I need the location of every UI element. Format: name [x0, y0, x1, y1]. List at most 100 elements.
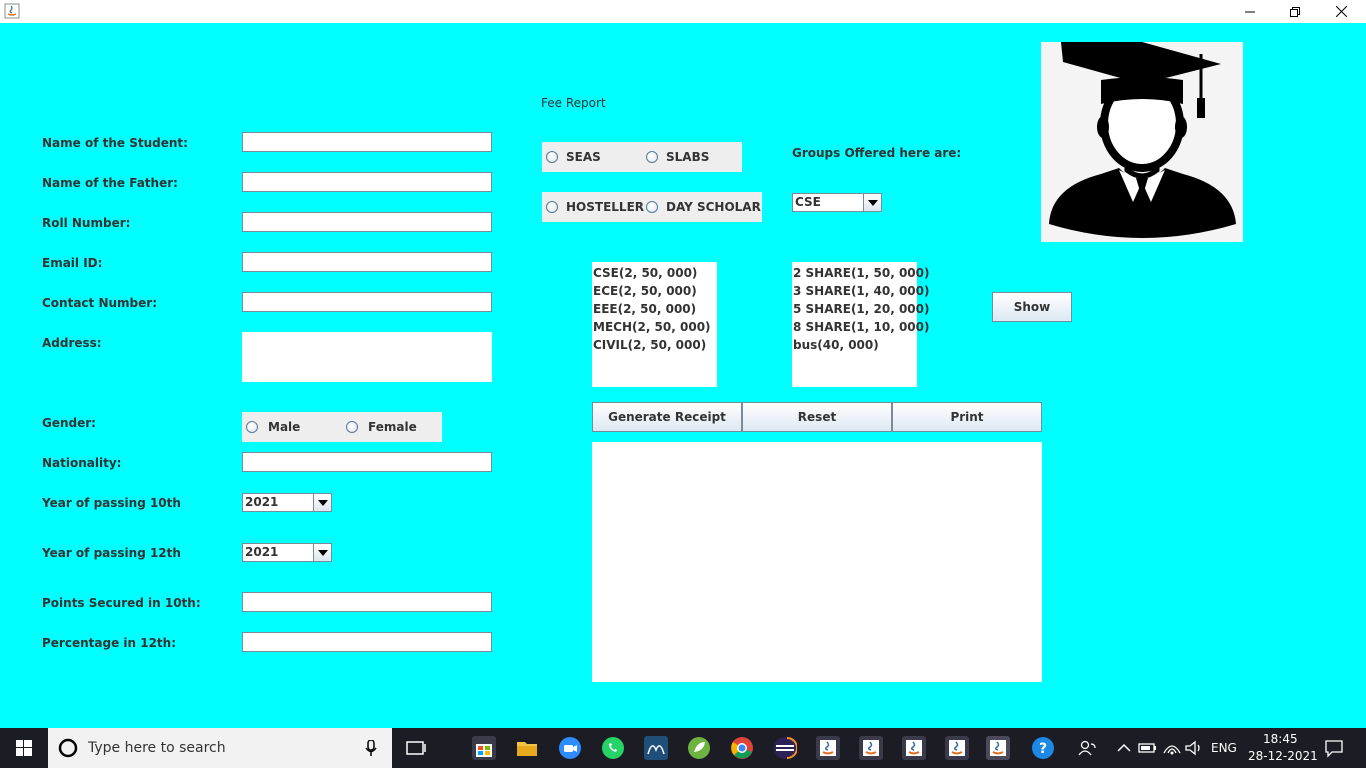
groups-offered-label: Groups Offered here are: — [792, 146, 962, 160]
radio-circle-icon — [646, 201, 658, 213]
start-button[interactable] — [0, 728, 48, 768]
list-item[interactable]: 2 SHARE(1, 50, 000) — [792, 264, 929, 282]
windows-logo-icon — [16, 740, 32, 756]
list-item[interactable]: 8 SHARE(1, 10, 000) — [792, 318, 929, 336]
java-app-taskbar-icon[interactable] — [902, 736, 926, 760]
show-button[interactable]: Show — [992, 292, 1072, 322]
year10-combobox[interactable]: 2021 — [242, 493, 332, 512]
taskbar-search-box[interactable]: Type here to search — [48, 728, 392, 768]
contact-input[interactable] — [243, 293, 491, 311]
email-field[interactable] — [242, 252, 492, 272]
slabs-radio-label: SLABS — [666, 150, 710, 164]
chevron-down-icon[interactable] — [313, 494, 331, 511]
percentage12-field[interactable] — [242, 632, 492, 652]
roll-number-input[interactable] — [243, 213, 491, 231]
hostel-fee-list[interactable]: 2 SHARE(1, 50, 000) 3 SHARE(1, 40, 000) … — [792, 262, 929, 387]
help-icon[interactable]: ? — [1031, 736, 1055, 760]
hosteller-radio[interactable]: HOSTELLER — [546, 200, 644, 214]
restore-button[interactable] — [1272, 0, 1318, 23]
eclipse-icon[interactable] — [773, 736, 798, 760]
points10-field[interactable] — [242, 592, 492, 612]
people-icon[interactable] — [1076, 736, 1100, 760]
receipt-textarea[interactable] — [592, 442, 1042, 682]
battery-icon[interactable] — [1136, 736, 1160, 760]
close-button[interactable] — [1318, 0, 1364, 23]
java-app-icon — [4, 3, 20, 19]
file-explorer-icon[interactable] — [515, 736, 539, 760]
wifi-icon[interactable] — [1160, 736, 1184, 760]
male-radio[interactable]: Male — [246, 420, 300, 434]
list-item[interactable]: bus(40, 000) — [792, 336, 917, 354]
chrome-icon[interactable] — [730, 736, 754, 760]
address-label: Address: — [42, 336, 102, 350]
radio-circle-icon — [546, 201, 558, 213]
window-titlebar — [0, 0, 1366, 23]
percentage12-label: Percentage in 12th: — [42, 636, 176, 650]
group-selected-value: CSE — [795, 195, 821, 209]
percentage12-input[interactable] — [243, 633, 491, 651]
store-icon[interactable] — [472, 736, 496, 760]
main-panel: Name of the Student: Name of the Father:… — [0, 23, 1366, 728]
list-item[interactable]: 3 SHARE(1, 40, 000) — [792, 282, 929, 300]
list-item[interactable]: MECH(2, 50, 000) — [592, 318, 717, 336]
slabs-radio[interactable]: SLABS — [646, 150, 709, 164]
year10-label: Year of passing 10th — [42, 496, 181, 510]
groups-fee-list[interactable]: CSE(2, 50, 000) ECE(2, 50, 000) EEE(2, 5… — [592, 262, 717, 387]
group-combobox[interactable]: CSE — [792, 193, 882, 212]
student-name-input[interactable] — [243, 133, 491, 151]
chevron-down-icon[interactable] — [863, 194, 881, 211]
language-indicator[interactable]: ENG — [1211, 741, 1237, 755]
female-radio[interactable]: Female — [346, 420, 417, 434]
roll-number-field[interactable] — [242, 212, 492, 232]
student-name-field[interactable] — [242, 132, 492, 152]
email-label: Email ID: — [42, 256, 103, 270]
java-app-taskbar-icon[interactable] — [859, 736, 883, 760]
microphone-icon[interactable] — [365, 740, 377, 757]
father-name-input[interactable] — [243, 173, 491, 191]
address-textarea[interactable] — [242, 332, 492, 382]
list-item[interactable]: CSE(2, 50, 000) — [592, 264, 717, 282]
student-name-label: Name of the Student: — [42, 136, 188, 150]
whatsapp-icon[interactable] — [601, 736, 625, 760]
radio-circle-icon — [546, 151, 558, 163]
minimize-button[interactable] — [1227, 0, 1273, 23]
radio-circle-icon — [346, 421, 358, 433]
year12-combobox[interactable]: 2021 — [242, 543, 332, 562]
reset-button[interactable]: Reset — [742, 402, 892, 432]
java-app-taskbar-icon-active[interactable] — [986, 736, 1010, 760]
clock-date[interactable]: 28-12-2021 — [1248, 749, 1318, 763]
graduate-avatar-image — [1041, 42, 1243, 242]
volume-icon[interactable] — [1182, 736, 1206, 760]
java-app-taskbar-icon[interactable] — [816, 736, 840, 760]
day-scholar-radio[interactable]: DAY SCHOLAR — [646, 200, 761, 214]
nationality-field[interactable] — [242, 452, 492, 472]
list-item[interactable]: EEE(2, 50, 000) — [592, 300, 717, 318]
contact-field[interactable] — [242, 292, 492, 312]
gender-label: Gender: — [42, 416, 96, 430]
notification-icon[interactable] — [1322, 736, 1346, 760]
seas-radio[interactable]: SEAS — [546, 150, 601, 164]
task-view-icon[interactable] — [404, 736, 428, 760]
list-item[interactable]: ECE(2, 50, 000) — [592, 282, 717, 300]
cortana-circle-icon — [58, 738, 78, 758]
nationality-input[interactable] — [243, 453, 491, 471]
residence-radio-group: HOSTELLER DAY SCHOLAR — [542, 192, 762, 222]
zoom-icon[interactable] — [558, 736, 582, 760]
generate-receipt-button[interactable]: Generate Receipt — [592, 402, 742, 432]
email-input[interactable] — [243, 253, 491, 271]
mysql-workbench-icon[interactable] — [644, 736, 668, 760]
hosteller-radio-label: HOSTELLER — [566, 200, 644, 214]
father-name-field[interactable] — [242, 172, 492, 192]
points10-input[interactable] — [243, 593, 491, 611]
year12-label: Year of passing 12th — [42, 546, 181, 560]
year10-selected-value: 2021 — [245, 495, 279, 509]
chevron-down-icon[interactable] — [313, 544, 331, 561]
clock-time[interactable]: 18:45 — [1263, 732, 1298, 746]
list-item[interactable]: 5 SHARE(1, 20, 000) — [792, 300, 929, 318]
print-button[interactable]: Print — [892, 402, 1042, 432]
nationality-label: Nationality: — [42, 456, 122, 470]
spring-tool-icon[interactable] — [687, 736, 711, 760]
chevron-up-icon[interactable] — [1112, 736, 1136, 760]
list-item[interactable]: CIVIL(2, 50, 000) — [592, 336, 717, 354]
java-app-taskbar-icon[interactable] — [945, 736, 969, 760]
